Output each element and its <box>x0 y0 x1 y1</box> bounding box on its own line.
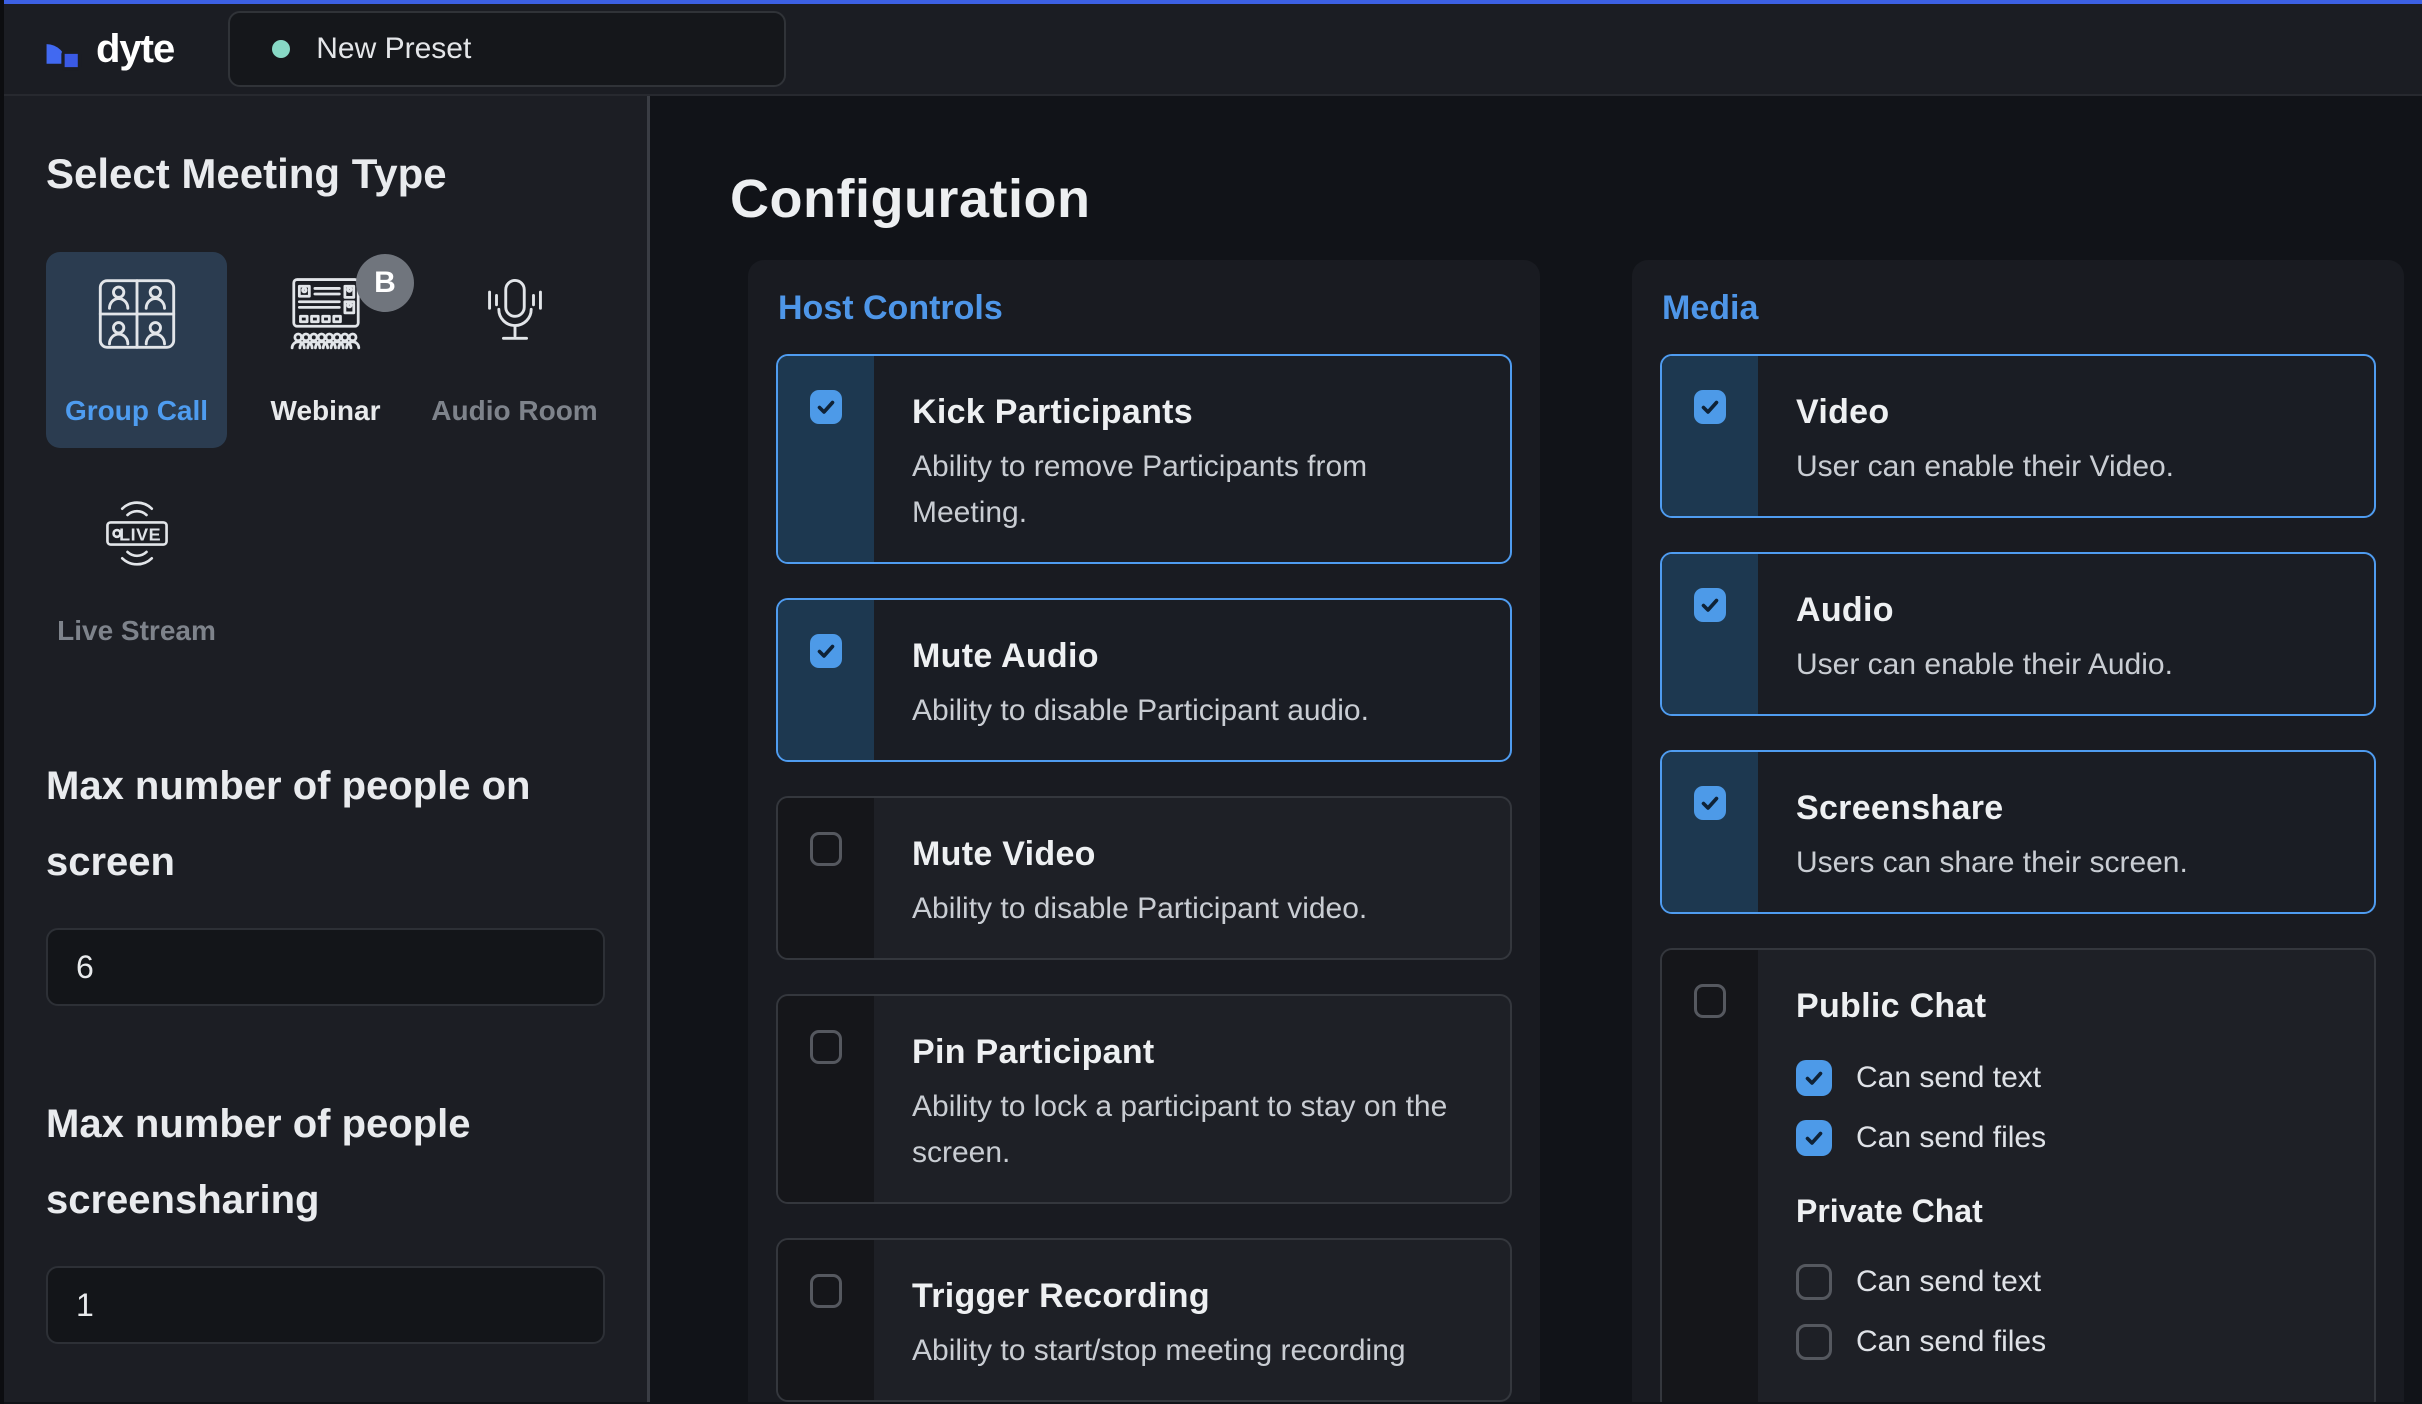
section-title: Host Controls <box>778 288 1512 328</box>
checkbox-checked[interactable] <box>810 634 842 668</box>
max-people-on-screen-input[interactable] <box>46 928 605 1006</box>
live-stream-icon: LIVE <box>99 493 175 575</box>
checkbox-unchecked[interactable] <box>810 1030 842 1064</box>
config-card-mute-video[interactable]: Mute Video Ability to disable Participan… <box>776 796 1512 960</box>
chat-option-row: Can send text <box>1796 1264 2344 1300</box>
chat-option-label: Can send files <box>1856 1121 2046 1155</box>
config-card-screenshare[interactable]: Screenshare Users can share their screen… <box>1660 750 2376 914</box>
checkbox-strip <box>778 798 874 958</box>
chat-option-row: Can send files <box>1796 1120 2344 1156</box>
config-card-public-chat[interactable]: Public Chat Can send text <box>1660 948 2376 1402</box>
checkbox-unchecked[interactable] <box>1694 984 1726 1018</box>
max-people-on-screen-label: Max number of people on screen <box>46 748 605 900</box>
chat-option-label: Can send text <box>1856 1061 2041 1095</box>
checkbox-checked[interactable] <box>1694 390 1726 424</box>
checkbox-strip <box>1662 356 1758 516</box>
checkbox-strip <box>778 996 874 1202</box>
checkbox-checked[interactable] <box>1796 1120 1832 1156</box>
config-card-pin-participant[interactable]: Pin Participant Ability to lock a partic… <box>776 994 1512 1204</box>
audio-room-icon <box>478 273 552 355</box>
config-card-trigger-recording[interactable]: Trigger Recording Ability to start/stop … <box>776 1238 1512 1402</box>
meeting-type-label: Audio Room <box>431 395 597 427</box>
meeting-type-label: Webinar <box>271 395 381 427</box>
chat-option-row: Can send text <box>1796 1060 2344 1096</box>
card-description: Ability to lock a participant to stay on… <box>912 1084 1480 1176</box>
config-card-audio[interactable]: Audio User can enable their Audio. <box>1660 552 2376 716</box>
section-title: Media <box>1662 288 2376 328</box>
checkbox-strip <box>1662 752 1758 912</box>
card-title: Video <box>1796 392 2344 432</box>
meeting-type-live-stream[interactable]: LIVE Live Stream <box>46 472 227 668</box>
chat-option-row: Can send files <box>1796 1324 2344 1360</box>
meeting-type-group-call[interactable]: Group Call <box>46 252 227 448</box>
card-title: Audio <box>1796 590 2344 630</box>
checkbox-checked[interactable] <box>1796 1060 1832 1096</box>
card-description: Ability to start/stop meeting recording <box>912 1328 1480 1374</box>
svg-text:LIVE: LIVE <box>119 524 161 544</box>
card-title: Kick Participants <box>912 392 1480 432</box>
card-description: User can enable their Video. <box>1796 444 2344 490</box>
card-title: Public Chat <box>1796 986 2344 1026</box>
sidebar: Select Meeting Type <box>4 96 650 1402</box>
meeting-type-webinar[interactable]: B <box>235 252 416 448</box>
chat-option-label: Can send files <box>1856 1325 2046 1359</box>
app-header: dyte New Preset <box>4 4 2422 96</box>
sidebar-title: Select Meeting Type <box>46 150 605 198</box>
checkbox-checked[interactable] <box>810 390 842 424</box>
main-area: Configuration Host Controls Kick Partici… <box>650 96 2422 1402</box>
brand-wordmark: dyte <box>96 27 174 72</box>
section-media: Media Video User can enable their Video. <box>1632 260 2404 1402</box>
page-title: Configuration <box>730 168 2422 230</box>
preset-name-value: New Preset <box>316 32 471 66</box>
checkbox-unchecked[interactable] <box>810 832 842 866</box>
section-host-controls: Host Controls Kick Participants Ability … <box>748 260 1540 1402</box>
max-people-screensharing-input[interactable] <box>46 1266 605 1344</box>
preset-status-dot-icon <box>272 40 290 58</box>
config-card-video[interactable]: Video User can enable their Video. <box>1660 354 2376 518</box>
checkbox-strip <box>1662 554 1758 714</box>
checkbox-unchecked[interactable] <box>810 1274 842 1308</box>
config-card-mute-audio[interactable]: Mute Audio Ability to disable Participan… <box>776 598 1512 762</box>
preset-name-field[interactable]: New Preset <box>228 11 786 87</box>
checkbox-strip <box>778 600 874 760</box>
max-people-screensharing-label: Max number of people screensharing <box>46 1086 605 1238</box>
checkbox-strip <box>1662 950 1758 1402</box>
beta-badge: B <box>356 254 414 312</box>
chat-option-label: Can send text <box>1856 1265 2041 1299</box>
card-description: Ability to disable Participant video. <box>912 886 1480 932</box>
checkbox-checked[interactable] <box>1694 588 1726 622</box>
checkbox-checked[interactable] <box>1694 786 1726 820</box>
meeting-type-audio-room[interactable]: Audio Room <box>424 252 605 448</box>
card-title: Pin Participant <box>912 1032 1480 1072</box>
meeting-type-label: Group Call <box>65 395 208 427</box>
checkbox-unchecked[interactable] <box>1796 1264 1832 1300</box>
meeting-type-label: Live Stream <box>57 615 216 647</box>
meeting-type-grid: Group Call B <box>46 252 605 668</box>
card-description: User can enable their Audio. <box>1796 642 2344 688</box>
checkbox-strip <box>778 1240 874 1400</box>
group-call-icon <box>98 273 176 355</box>
card-title: Mute Audio <box>912 636 1480 676</box>
checkbox-unchecked[interactable] <box>1796 1324 1832 1360</box>
card-description: Ability to remove Participants from Meet… <box>912 444 1480 536</box>
dyte-logo-icon <box>40 26 86 72</box>
card-title: Mute Video <box>912 834 1480 874</box>
card-title: Screenshare <box>1796 788 2344 828</box>
checkbox-strip <box>778 356 874 562</box>
card-description: Ability to disable Participant audio. <box>912 688 1480 734</box>
webinar-icon <box>286 273 366 355</box>
private-chat-title: Private Chat <box>1796 1192 2344 1230</box>
card-title: Trigger Recording <box>912 1276 1480 1316</box>
card-description: Users can share their screen. <box>1796 840 2344 886</box>
config-card-kick-participants[interactable]: Kick Participants Ability to remove Part… <box>776 354 1512 564</box>
